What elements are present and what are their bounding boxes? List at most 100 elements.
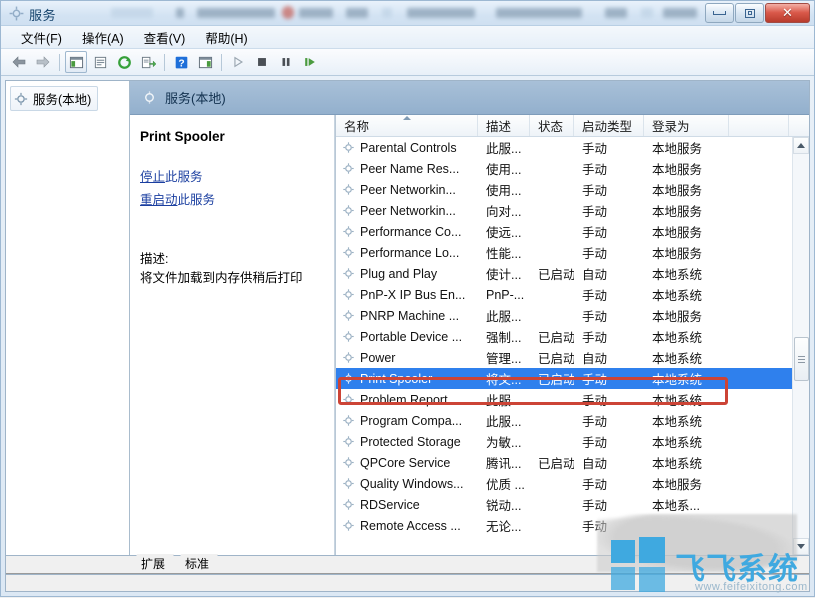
restart-service-link-underlined: 重启动 <box>140 193 178 207</box>
column-filler[interactable] <box>729 115 789 136</box>
cell-startup-type: 手动 <box>574 495 644 514</box>
blurred-title-content <box>496 8 582 18</box>
table-row[interactable]: QPCore Service腾讯...已启动自动本地系统 <box>336 452 792 473</box>
cell-startup-type: 手动 <box>574 138 644 157</box>
service-gear-icon <box>342 519 355 532</box>
table-row[interactable]: Parental Controls此服...手动本地服务 <box>336 137 792 158</box>
export-list-icon[interactable] <box>137 51 159 73</box>
services-window: 服务 ✕ 文件(F) 操作(A) 查看(V) 帮助(H) <box>0 0 815 597</box>
table-row[interactable]: Peer Networkin...向对...手动本地服务 <box>336 200 792 221</box>
menu-bar: 文件(F) 操作(A) 查看(V) 帮助(H) <box>1 26 814 49</box>
pause-service-icon[interactable] <box>275 51 297 73</box>
table-row[interactable]: Program Compa...此服...手动本地系统 <box>336 410 792 431</box>
cell-name: Remote Access ... <box>336 519 478 533</box>
table-row[interactable]: Portable Device ...强制...已启动手动本地系统 <box>336 326 792 347</box>
cell-name: QPCore Service <box>336 456 478 470</box>
cell-startup-type: 手动 <box>574 243 644 262</box>
restart-service-icon[interactable] <box>299 51 321 73</box>
cell-startup-type: 手动 <box>574 222 644 241</box>
tree-item-services-local[interactable]: 服务(本地) <box>10 86 98 111</box>
table-row[interactable]: Peer Name Res...使用...手动本地服务 <box>336 158 792 179</box>
table-row[interactable]: Power管理...已启动自动本地系统 <box>336 347 792 368</box>
table-row[interactable]: Problem Report...此服...手动本地系统 <box>336 389 792 410</box>
service-gear-icon <box>342 162 355 175</box>
close-icon: ✕ <box>782 5 793 21</box>
column-description[interactable]: 描述 <box>478 115 530 136</box>
cell-status: 已启动 <box>530 453 574 472</box>
menu-help[interactable]: 帮助(H) <box>195 26 257 49</box>
table-row[interactable]: Remote Access ...无论...手动 <box>336 515 792 536</box>
menu-file[interactable]: 文件(F) <box>11 26 72 49</box>
start-service-icon[interactable] <box>227 51 249 73</box>
column-status[interactable]: 状态 <box>530 115 574 136</box>
table-row[interactable]: Quality Windows...优质 ...手动本地服务 <box>336 473 792 494</box>
back-arrow-icon[interactable] <box>8 51 30 73</box>
column-startup-type[interactable]: 启动类型 <box>574 115 644 136</box>
service-gear-icon <box>342 288 355 301</box>
forward-arrow-icon[interactable] <box>32 51 54 73</box>
cell-name: Print Spooler <box>336 372 478 386</box>
service-name-label: Power <box>360 351 395 365</box>
cell-log-on-as: 本地系统 <box>644 369 729 388</box>
maximize-button[interactable] <box>735 3 764 23</box>
table-row[interactable]: PnP-X IP Bus En...PnP-...手动本地系统 <box>336 284 792 305</box>
properties-icon[interactable] <box>89 51 111 73</box>
minimize-button[interactable] <box>705 3 734 23</box>
cell-log-on-as: 本地系统 <box>644 432 729 451</box>
list-scrollbar[interactable] <box>792 137 809 555</box>
blurred-title-content <box>641 8 653 18</box>
restart-service-link[interactable]: 重启动此服务 <box>140 189 324 208</box>
tab-extended[interactable]: 扩展 <box>130 554 174 574</box>
scrollbar-thumb[interactable] <box>794 337 809 381</box>
menu-action[interactable]: 操作(A) <box>72 26 134 49</box>
table-row[interactable]: PNRP Machine ...此服...手动本地服务 <box>336 305 792 326</box>
services-gear-icon <box>142 90 157 105</box>
blurred-title-content <box>663 8 697 18</box>
cell-name: Quality Windows... <box>336 477 478 491</box>
service-name-label: Performance Co... <box>360 225 461 239</box>
show-action-pane-icon[interactable] <box>194 51 216 73</box>
refresh-icon[interactable] <box>113 51 135 73</box>
tab-standard[interactable]: 标准 <box>174 554 218 574</box>
table-row[interactable]: Protected Storage为敏...手动本地系统 <box>336 431 792 452</box>
restart-service-link-rest: 此服务 <box>178 193 216 207</box>
blurred-title-content <box>197 8 275 18</box>
service-name-label: Peer Name Res... <box>360 162 459 176</box>
table-row[interactable]: Plug and Play使计...已启动自动本地系统 <box>336 263 792 284</box>
close-button[interactable]: ✕ <box>765 3 810 23</box>
description-label: 描述: <box>140 248 324 267</box>
cell-name: Peer Name Res... <box>336 162 478 176</box>
column-name[interactable]: 名称 <box>336 115 478 136</box>
cell-startup-type: 手动 <box>574 159 644 178</box>
table-row[interactable]: Peer Networkin...使用...手动本地服务 <box>336 179 792 200</box>
services-gear-icon <box>14 92 28 106</box>
cell-startup-type: 手动 <box>574 390 644 409</box>
cell-log-on-as: 本地服务 <box>644 306 729 325</box>
column-log-on-as[interactable]: 登录为 <box>644 115 729 136</box>
scroll-down-button[interactable] <box>793 538 809 555</box>
service-gear-icon <box>342 330 355 343</box>
cell-name: Protected Storage <box>336 435 478 449</box>
page-title: Print Spooler <box>140 129 324 144</box>
cell-description: 使远... <box>478 222 530 241</box>
show-hide-console-tree-icon[interactable] <box>65 51 87 73</box>
table-row[interactable]: RDService锐动...手动本地系... <box>336 494 792 515</box>
scroll-up-button[interactable] <box>793 137 809 154</box>
cell-log-on-as: 本地服务 <box>644 201 729 220</box>
table-row[interactable]: Performance Co...使远...手动本地服务 <box>336 221 792 242</box>
table-row[interactable]: Performance Lo...性能...手动本地服务 <box>336 242 792 263</box>
cell-startup-type: 手动 <box>574 411 644 430</box>
help-icon[interactable]: ? <box>170 51 192 73</box>
cell-log-on-as: 本地服务 <box>644 243 729 262</box>
stop-service-icon[interactable] <box>251 51 273 73</box>
service-gear-icon <box>342 225 355 238</box>
toolbar-separator <box>164 54 165 71</box>
table-row[interactable]: Print Spooler将文...已启动手动本地系统 <box>336 368 792 389</box>
menu-view[interactable]: 查看(V) <box>134 26 196 49</box>
console-tree-pane: 服务(本地) <box>6 81 130 555</box>
stop-service-link[interactable]: 停止此服务 <box>140 166 324 185</box>
cell-description: 此服... <box>478 138 530 157</box>
cell-description: 将文... <box>478 369 530 388</box>
cell-name: Parental Controls <box>336 141 478 155</box>
service-name-label: Program Compa... <box>360 414 462 428</box>
